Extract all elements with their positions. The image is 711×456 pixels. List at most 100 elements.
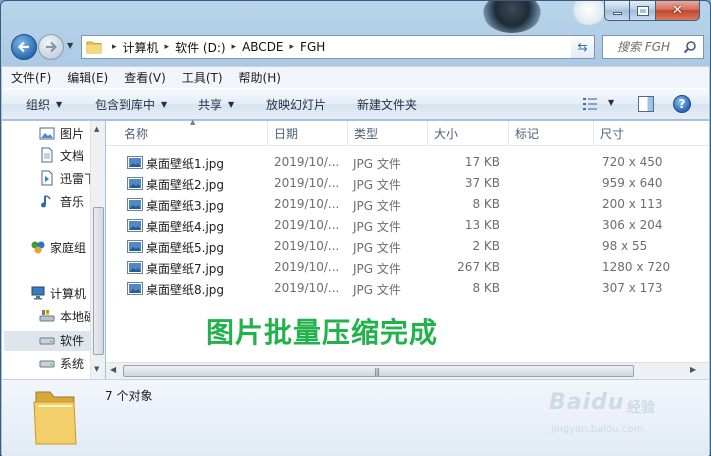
file-dimensions: 720 x 450: [602, 155, 663, 169]
organize-button[interactable]: 组织 ▼: [26, 96, 62, 113]
arrow-right-icon: [46, 41, 58, 53]
file-dimensions: 200 x 113: [602, 197, 663, 211]
breadcrumb-separator[interactable]: ▸: [290, 42, 295, 52]
scroll-thumb[interactable]: |||: [123, 365, 634, 377]
picture-icon: [39, 127, 55, 140]
close-button[interactable]: ✕: [656, 1, 700, 21]
address-row: ▼ ▸ 计算机 ▸ 软件 (D:) ▸ ABCDE ▸ FGH ▼ ⇆: [9, 32, 704, 62]
share-button[interactable]: 共享 ▼: [198, 96, 234, 113]
file-name: 桌面壁纸3.jpg: [146, 199, 225, 213]
minimize-icon: [612, 12, 622, 15]
menu-edit[interactable]: 编辑(E): [67, 69, 108, 86]
recent-pages-dropdown[interactable]: ▼: [67, 41, 77, 53]
breadcrumb-abcde[interactable]: ABCDE: [242, 40, 283, 54]
document-icon: [41, 147, 53, 163]
file-name: 桌面壁纸1.jpg: [146, 157, 225, 171]
column-header-name[interactable]: 名称: [118, 121, 268, 146]
file-row[interactable]: 桌面壁纸1.jpg 2019/10/... JPG 文件 17 KB 720 x…: [106, 152, 709, 173]
breadcrumb-drive-d[interactable]: 软件 (D:): [175, 39, 225, 56]
back-button[interactable]: [11, 34, 37, 60]
folder-icon: [86, 41, 102, 54]
column-header-type[interactable]: 类型: [348, 121, 428, 146]
search-box[interactable]: [602, 35, 704, 59]
file-size: 267 KB: [457, 260, 500, 274]
column-header-tags[interactable]: 标记: [509, 121, 594, 146]
scroll-right-icon[interactable]: ▶: [690, 365, 696, 374]
nav-item-software-drive[interactable]: 软件: [60, 331, 90, 349]
search-icon[interactable]: [683, 40, 697, 54]
file-date: 2019/10/...: [274, 239, 340, 253]
column-header-size[interactable]: 大小: [428, 121, 509, 146]
include-in-library-label: 包含到库中: [95, 97, 156, 112]
file-row[interactable]: 桌面壁纸4.jpg 2019/10/... JPG 文件 13 KB 306 x…: [106, 215, 709, 236]
file-type: JPG 文件: [353, 157, 401, 171]
menu-help[interactable]: 帮助(H): [239, 69, 281, 86]
minimize-button[interactable]: [604, 1, 630, 21]
file-name: 桌面壁纸4.jpg: [146, 220, 225, 234]
nav-vertical-scrollbar[interactable]: ▲ ▼: [90, 121, 105, 379]
search-input[interactable]: [617, 40, 681, 54]
menu-view[interactable]: 查看(V): [124, 69, 166, 86]
include-in-library-button[interactable]: 包含到库中 ▼: [95, 96, 167, 113]
breadcrumb-computer[interactable]: 计算机: [123, 39, 159, 56]
column-header-label: 标记: [515, 127, 540, 141]
close-icon: ✕: [672, 3, 683, 18]
help-button[interactable]: ?: [673, 95, 691, 113]
forward-button[interactable]: [38, 34, 64, 60]
nav-item-local-disk[interactable]: 本地磁盘: [60, 307, 90, 325]
file-type: JPG 文件: [353, 241, 401, 255]
file-size: 37 KB: [464, 176, 500, 190]
maximize-button[interactable]: [630, 1, 656, 21]
menu-file[interactable]: 文件(F): [11, 69, 51, 86]
scroll-up-icon[interactable]: ▲: [94, 125, 99, 133]
file-row[interactable]: 桌面壁纸5.jpg 2019/10/... JPG 文件 2 KB 98 x 5…: [106, 236, 709, 257]
scroll-down-icon[interactable]: ▼: [94, 365, 99, 373]
column-header-date[interactable]: 日期: [268, 121, 348, 146]
address-bar[interactable]: ▸ 计算机 ▸ 软件 (D:) ▸ ABCDE ▸ FGH ▼: [81, 35, 594, 59]
breadcrumb-fgh[interactable]: FGH: [300, 40, 325, 54]
nav-item-xunlei[interactable]: 迅雷下载: [60, 169, 90, 187]
file-name: 桌面壁纸7.jpg: [146, 262, 225, 276]
watermark-url: jingyan.baidu.com: [551, 424, 644, 435]
scroll-left-icon[interactable]: ◀: [110, 365, 116, 374]
views-icon[interactable]: [582, 97, 598, 111]
nav-item-homegroup[interactable]: 家庭组: [50, 238, 90, 256]
file-row[interactable]: 桌面壁纸3.jpg 2019/10/... JPG 文件 8 KB 200 x …: [106, 194, 709, 215]
file-row[interactable]: 桌面壁纸7.jpg 2019/10/... JPG 文件 267 KB 1280…: [106, 257, 709, 278]
menu-bar: 文件(F) 编辑(E) 查看(V) 工具(T) 帮助(H): [2, 66, 709, 88]
nav-item-computer[interactable]: 计算机: [50, 284, 90, 302]
preview-pane-icon[interactable]: [638, 96, 654, 112]
column-header-row: ▲ 名称 日期 类型 大小 标记 尺寸: [106, 118, 709, 146]
scroll-thumb[interactable]: [93, 207, 104, 355]
column-header-label: 日期: [274, 127, 299, 141]
file-row[interactable]: 桌面壁纸2.jpg 2019/10/... JPG 文件 37 KB 959 x…: [106, 173, 709, 194]
horizontal-scrollbar[interactable]: ◀ ||| ▶: [106, 362, 709, 379]
file-size: 17 KB: [464, 155, 500, 169]
file-type: JPG 文件: [353, 220, 401, 234]
slideshow-button[interactable]: 放映幻灯片: [266, 96, 326, 113]
file-name: 桌面壁纸5.jpg: [146, 241, 225, 255]
file-date: 2019/10/...: [274, 260, 340, 274]
breadcrumb-separator[interactable]: ▸: [232, 42, 237, 52]
refresh-button[interactable]: ⇆: [571, 35, 595, 59]
grip-icon: |||: [374, 367, 380, 376]
breadcrumb-separator[interactable]: ▸: [165, 42, 170, 52]
file-dimensions: 98 x 55: [602, 239, 648, 253]
xunlei-icon: [41, 170, 53, 186]
jpg-file-icon: [127, 219, 143, 232]
chevron-down-icon: ▼: [228, 99, 235, 109]
file-dimensions: 959 x 640: [602, 176, 663, 190]
new-folder-button[interactable]: 新建文件夹: [357, 96, 417, 113]
file-row[interactable]: 桌面壁纸8.jpg 2019/10/... JPG 文件 8 KB 307 x …: [106, 278, 709, 299]
breadcrumb-separator[interactable]: ▸: [112, 42, 117, 52]
annotation-overlay-text: 图片批量压缩完成: [206, 316, 439, 349]
menu-tools[interactable]: 工具(T): [182, 69, 223, 86]
file-date: 2019/10/...: [274, 197, 340, 211]
file-type: JPG 文件: [353, 178, 401, 192]
nav-item-system-drive[interactable]: 系统: [60, 354, 90, 372]
views-dropdown-icon[interactable]: ▼: [608, 98, 614, 107]
column-header-label: 类型: [354, 127, 379, 141]
jpg-file-icon: [127, 156, 143, 169]
column-header-dimensions[interactable]: 尺寸: [594, 121, 709, 146]
column-header-label: 尺寸: [600, 127, 625, 141]
